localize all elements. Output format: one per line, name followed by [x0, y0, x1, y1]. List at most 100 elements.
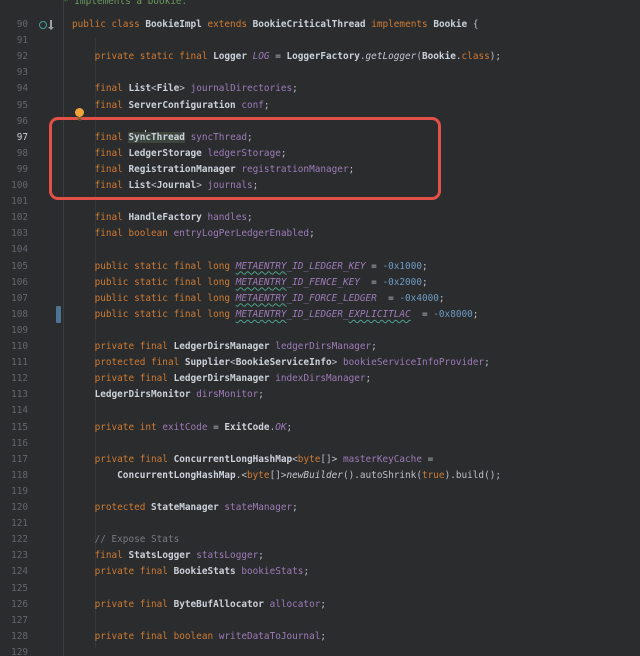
line-number[interactable]: 122	[0, 532, 28, 548]
line-number[interactable]: 92	[0, 49, 28, 65]
line-number[interactable]: 127	[0, 613, 28, 629]
code-token: ledgerDirsManager	[275, 341, 371, 352]
code-text: final StatsLogger statsLogger;	[72, 548, 264, 564]
line-number[interactable]: 113	[0, 387, 28, 403]
line-number[interactable]: 91	[0, 33, 28, 49]
line-number[interactable]: 109	[0, 323, 28, 339]
code-token: public static final long	[95, 261, 236, 272]
code-line[interactable]: 103 final boolean entryLogPerLedgerEnabl…	[0, 226, 640, 242]
code-line[interactable]: 127	[0, 613, 640, 629]
code-line[interactable]: 104	[0, 242, 640, 258]
code-line[interactable]: 110 private final LedgerDirsManager ledg…	[0, 339, 640, 355]
code-token	[72, 309, 95, 320]
code-text: private final LedgerDirsManager ledgerDi…	[72, 339, 377, 355]
line-number[interactable]: 90	[0, 17, 28, 33]
code-line[interactable]: 121	[0, 516, 640, 532]
line-number[interactable]: 111	[0, 355, 28, 371]
code-line[interactable]: 112 private final LedgerDirsManager inde…	[0, 371, 640, 387]
code-line[interactable]: 111 protected final Supplier<BookieServi…	[0, 355, 640, 371]
code-line[interactable]: 114	[0, 403, 640, 419]
code-token: public static final long	[95, 309, 236, 320]
code-token: ServerConfiguration	[128, 100, 241, 111]
line-number[interactable]: 108	[0, 307, 28, 323]
code-token: bookieStats	[241, 566, 303, 577]
line-number[interactable]: 99	[0, 162, 28, 178]
line-number[interactable]: 103	[0, 226, 28, 242]
code-line[interactable]: 115 private int exitCode = ExitCode.OK;	[0, 420, 640, 436]
code-line[interactable]: 90public class BookieImpl extends Bookie…	[0, 17, 640, 33]
code-line[interactable]: 117 private final ConcurrentLongHashMap<…	[0, 452, 640, 468]
code-line[interactable]: 93	[0, 65, 640, 81]
code-token	[72, 534, 95, 545]
vcs-change-marker[interactable]	[56, 306, 61, 323]
line-number[interactable]: 117	[0, 452, 28, 468]
code-token	[72, 422, 95, 433]
code-token: journalDirectories	[191, 83, 293, 94]
line-number[interactable]: 123	[0, 548, 28, 564]
line-number[interactable]: 124	[0, 564, 28, 580]
javadoc-partial-line[interactable]: * Implements a bookie.	[63, 0, 187, 10]
code-line[interactable]: 94 final List<File> journalDirectories;	[0, 81, 640, 97]
code-line[interactable]: 105 public static final long METAENTRY_I…	[0, 259, 640, 275]
code-line[interactable]: 128 private final boolean writeDataToJou…	[0, 629, 640, 645]
code-line[interactable]: 113 LedgerDirsMonitor dirsMonitor;	[0, 387, 640, 403]
line-number[interactable]: 97	[0, 130, 28, 146]
code-line[interactable]: 91	[0, 33, 640, 49]
line-number[interactable]: 121	[0, 516, 28, 532]
line-number[interactable]: 128	[0, 629, 28, 645]
line-number[interactable]: 126	[0, 597, 28, 613]
intention-bulb-icon[interactable]	[74, 108, 84, 121]
line-number[interactable]: 116	[0, 436, 28, 452]
line-number[interactable]: 95	[0, 98, 28, 114]
line-number[interactable]: 120	[0, 500, 28, 516]
line-number[interactable]: 129	[0, 645, 28, 656]
code-line[interactable]: 102 final HandleFactory handles;	[0, 210, 640, 226]
code-token: BookieCriticalThread	[253, 19, 366, 30]
line-number[interactable]: 115	[0, 420, 28, 436]
code-line[interactable]: 95 final ServerConfiguration conf;	[0, 98, 640, 114]
line-number[interactable]: 96	[0, 114, 28, 130]
code-line[interactable]: 116	[0, 436, 640, 452]
code-token: public static final long	[95, 293, 236, 304]
line-number[interactable]: 110	[0, 339, 28, 355]
code-token: BookieStats	[174, 566, 242, 577]
code-line[interactable]: 125	[0, 581, 640, 597]
line-number[interactable]: 94	[0, 81, 28, 97]
code-line[interactable]: 118 ConcurrentLongHashMap.<byte[]>newBui…	[0, 468, 640, 484]
code-token: Logger	[213, 51, 253, 62]
line-number[interactable]: 104	[0, 242, 28, 258]
code-token: masterKeyCache	[343, 454, 422, 465]
bulb-glass-icon	[75, 108, 84, 117]
code-line[interactable]: 109	[0, 323, 640, 339]
line-number[interactable]: 106	[0, 275, 28, 291]
line-number[interactable]: 93	[0, 65, 28, 81]
code-line[interactable]: 108 public static final long METAENTRY_I…	[0, 307, 640, 323]
line-number[interactable]: 102	[0, 210, 28, 226]
line-number[interactable]: 114	[0, 403, 28, 419]
line-number[interactable]: 100	[0, 178, 28, 194]
line-number[interactable]: 112	[0, 371, 28, 387]
code-token: handles	[207, 212, 247, 223]
line-number[interactable]: 119	[0, 484, 28, 500]
code-token: []>	[320, 454, 343, 465]
line-number[interactable]: 118	[0, 468, 28, 484]
line-number[interactable]: 98	[0, 146, 28, 162]
code-token	[72, 83, 95, 94]
line-number[interactable]: 107	[0, 291, 28, 307]
line-number[interactable]: 125	[0, 581, 28, 597]
code-line[interactable]: 122 // Expose Stats	[0, 532, 640, 548]
implementations-gutter-icon[interactable]	[39, 20, 55, 32]
code-line[interactable]: 106 public static final long METAENTRY_I…	[0, 275, 640, 291]
code-text: final List<File> journalDirectories;	[72, 81, 298, 97]
code-line[interactable]: 120 protected StateManager stateManager;	[0, 500, 640, 516]
line-number[interactable]: 101	[0, 194, 28, 210]
line-number[interactable]: 105	[0, 259, 28, 275]
code-line[interactable]: 123 final StatsLogger statsLogger;	[0, 548, 640, 564]
code-line[interactable]: 107 public static final long METAENTRY_I…	[0, 291, 640, 307]
code-line[interactable]: 126 private final ByteBufAllocator alloc…	[0, 597, 640, 613]
code-line[interactable]: 129	[0, 645, 640, 656]
code-line[interactable]: 119	[0, 484, 640, 500]
code-line[interactable]: 92 private static final Logger LOG = Log…	[0, 49, 640, 65]
code-line[interactable]: 124 private final BookieStats bookieStat…	[0, 564, 640, 580]
code-text: final boolean entryLogPerLedgerEnabled;	[72, 226, 315, 242]
